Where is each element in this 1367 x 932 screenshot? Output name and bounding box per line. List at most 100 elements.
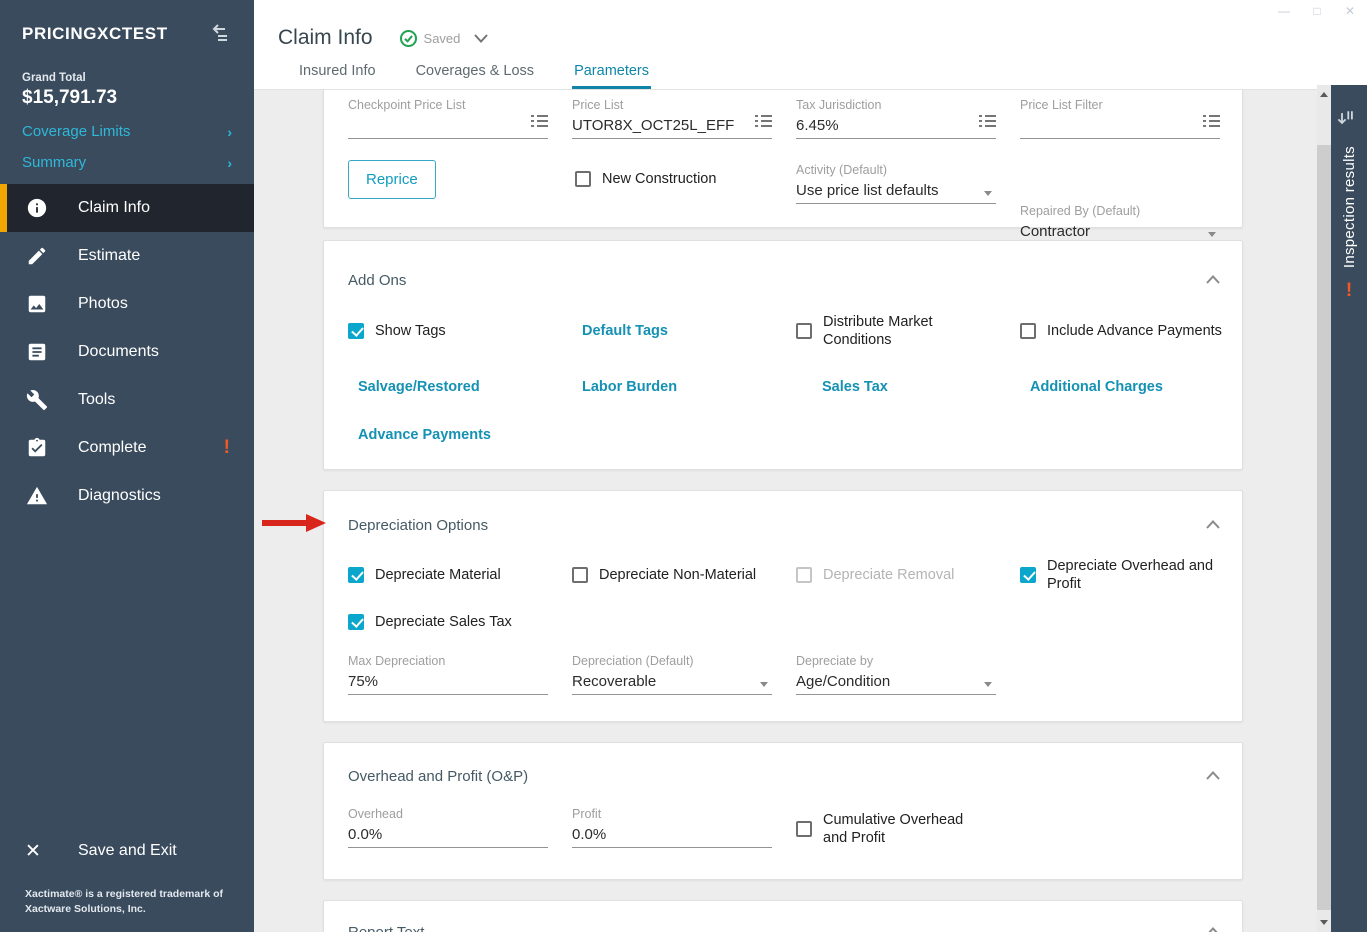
maximize-icon[interactable]: □	[1310, 4, 1324, 18]
section-title: Depreciation Options	[348, 516, 489, 534]
sidebar-item-photos[interactable]: Photos	[0, 280, 254, 328]
tab-coverages-loss[interactable]: Coverages & Loss	[414, 63, 536, 89]
chevron-right-icon: ›	[227, 123, 232, 140]
advance-payments-link[interactable]: Advance Payments	[358, 427, 491, 443]
list-picker-icon[interactable]	[979, 114, 996, 133]
collapse-section-icon[interactable]	[1206, 516, 1220, 534]
distribute-market-conditions-checkbox[interactable]: Distribute Market Conditions	[796, 313, 996, 349]
checkbox-icon	[575, 171, 591, 188]
dropdown-caret-icon	[760, 682, 768, 687]
checkbox-icon	[796, 567, 812, 583]
tax-jurisdiction-field: Tax Jurisdiction 6.45%	[796, 98, 996, 139]
grand-total-value: $15,791.73	[22, 87, 118, 108]
report-text-section: Report Text	[323, 900, 1243, 932]
tab-bar: Insured Info Coverages & Loss Parameters	[297, 63, 687, 89]
checkbox-icon	[1020, 567, 1036, 583]
scrollbar-thumb[interactable]	[1317, 145, 1331, 910]
sidebar-item-documents[interactable]: Documents	[0, 328, 254, 376]
depreciate-overhead-profit-checkbox[interactable]: Depreciate Overhead and Profit	[1020, 557, 1244, 593]
close-icon[interactable]: ✕	[1343, 4, 1357, 18]
overhead-profit-section: Overhead and Profit (O&P) Overhead 0.0% …	[323, 742, 1243, 880]
list-picker-icon[interactable]	[755, 114, 772, 133]
inspection-results-label: Inspection results	[1340, 146, 1358, 269]
cumulative-overhead-profit-checkbox[interactable]: Cumulative Overhead and Profit	[796, 811, 1020, 847]
sales-tax-link[interactable]: Sales Tax	[822, 379, 888, 395]
price-list-field: Price List UTOR8X_OCT25L_EFF	[572, 98, 772, 139]
labor-burden-link[interactable]: Labor Burden	[582, 379, 677, 395]
max-depreciation-input[interactable]: 75%	[348, 670, 548, 695]
dropdown-caret-icon	[1208, 232, 1216, 237]
show-tags-checkbox[interactable]: Show Tags	[348, 322, 572, 340]
trademark-text: Xactimate® is a registered trademark of …	[25, 887, 223, 916]
tab-insured-info[interactable]: Insured Info	[297, 63, 378, 89]
checkbox-icon	[348, 567, 364, 583]
parameters-content: Checkpoint Price List Price List UTOR8X_…	[254, 90, 1317, 932]
overhead-field: Overhead 0.0%	[348, 807, 548, 848]
list-picker-icon[interactable]	[1203, 114, 1220, 133]
chevron-down-icon	[474, 33, 489, 43]
tax-jurisdiction-input[interactable]: 6.45%	[796, 114, 996, 139]
price-list-filter-input[interactable]	[1020, 114, 1220, 139]
reprice-button[interactable]: Reprice	[348, 160, 436, 199]
sidebar-item-complete[interactable]: Complete !	[0, 424, 254, 472]
additional-charges-link[interactable]: Additional Charges	[1030, 379, 1163, 395]
sidebar-item-summary[interactable]: Summary ›	[22, 154, 232, 171]
collapse-section-icon[interactable]	[1206, 923, 1220, 932]
sidebar-item-claim-info[interactable]: Claim Info	[0, 184, 254, 232]
collapse-section-icon[interactable]	[1206, 767, 1220, 785]
profit-input[interactable]: 0.0%	[572, 823, 772, 848]
checkbox-icon	[796, 323, 812, 339]
scroll-up-icon[interactable]	[1320, 92, 1328, 97]
depreciation-default-select[interactable]: Recoverable	[572, 670, 772, 695]
pricing-section: Checkpoint Price List Price List UTOR8X_…	[323, 90, 1243, 245]
page-title: Claim Info	[278, 26, 373, 49]
max-depreciation-field: Max Depreciation 75%	[348, 654, 548, 695]
vertical-scrollbar[interactable]	[1317, 85, 1331, 932]
activity-default-select[interactable]: Use price list defaults	[796, 179, 996, 204]
sidebar-item-label: Claim Info	[78, 199, 151, 216]
sidebar-item-estimate[interactable]: Estimate	[0, 232, 254, 280]
clipboard-check-icon	[25, 436, 49, 460]
profit-field: Profit 0.0%	[572, 807, 772, 848]
depreciate-material-checkbox[interactable]: Depreciate Material	[348, 566, 572, 584]
minimize-icon[interactable]: —	[1277, 4, 1291, 18]
depreciation-options-section: Depreciation Options Depreciate Material	[323, 490, 1243, 722]
price-list-input[interactable]: UTOR8X_OCT25L_EFF	[572, 114, 772, 139]
activity-default-dropdown: Activity (Default) Use price list defaul…	[796, 163, 996, 204]
save-and-exit-button[interactable]: ✕ Save and Exit	[25, 840, 232, 863]
inspection-results-panel[interactable]: Inspection results !	[1331, 85, 1367, 932]
overhead-input[interactable]: 0.0%	[348, 823, 548, 848]
tab-parameters[interactable]: Parameters	[572, 63, 652, 89]
alert-exclamation-icon: !	[223, 437, 230, 458]
section-title: Add Ons	[348, 271, 407, 289]
section-title: Overhead and Profit (O&P)	[348, 767, 529, 785]
dropdown-caret-icon	[984, 191, 992, 196]
new-construction-checkbox[interactable]: New Construction	[575, 170, 716, 188]
sidebar-item-diagnostics[interactable]: Diagnostics	[0, 472, 254, 520]
salvage-restored-link[interactable]: Salvage/Restored	[358, 379, 480, 395]
sidebar: PRICINGXCTEST Grand Total $15,791.73 Cov…	[0, 0, 254, 932]
sidebar-item-label: Complete	[78, 439, 147, 456]
default-tags-link[interactable]: Default Tags	[582, 323, 668, 339]
sidebar-item-tools[interactable]: Tools	[0, 376, 254, 424]
save-status[interactable]: Saved	[399, 29, 489, 48]
collapse-section-icon[interactable]	[1206, 271, 1220, 289]
scroll-down-icon[interactable]	[1320, 920, 1328, 925]
list-picker-icon[interactable]	[531, 114, 548, 133]
grand-total-label: Grand Total	[22, 72, 86, 84]
project-name: PRICINGXCTEST	[22, 24, 168, 43]
info-icon	[25, 196, 49, 220]
warning-triangle-icon	[25, 484, 49, 508]
red-annotation-arrow	[262, 514, 326, 532]
checkpoint-price-list-input[interactable]	[348, 114, 548, 139]
expand-panel-icon[interactable]	[1337, 107, 1361, 131]
depreciate-by-select[interactable]: Age/Condition	[796, 670, 996, 695]
sidebar-item-coverage-limits[interactable]: Coverage Limits ›	[22, 123, 232, 140]
chevron-right-icon: ›	[227, 154, 232, 171]
checkbox-icon	[348, 614, 364, 631]
depreciate-non-material-checkbox[interactable]: Depreciate Non-Material	[572, 566, 796, 584]
depreciate-sales-tax-checkbox[interactable]: Depreciate Sales Tax	[348, 613, 512, 631]
close-x-icon: ✕	[25, 840, 41, 862]
include-advance-payments-checkbox[interactable]: Include Advance Payments	[1020, 322, 1244, 340]
collapse-sidebar-icon[interactable]	[206, 24, 232, 44]
